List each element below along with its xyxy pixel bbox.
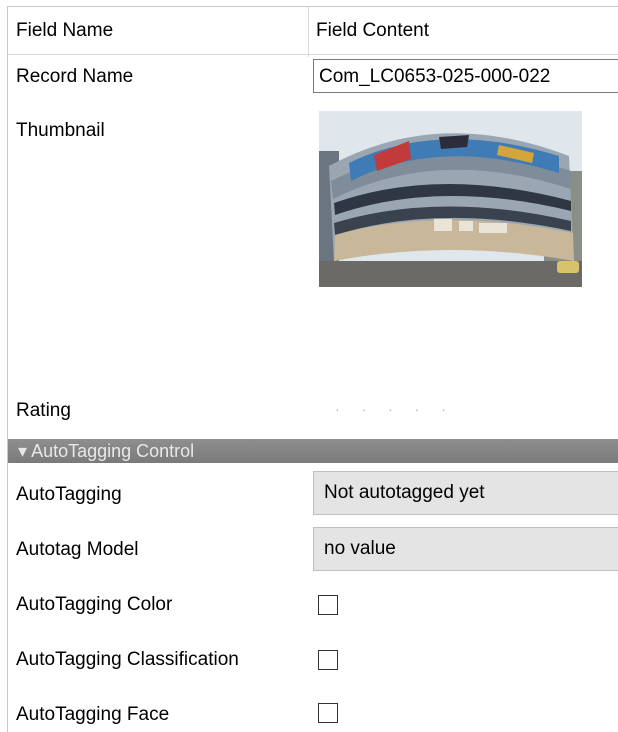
- thumbnail-label: Thumbnail: [16, 120, 105, 141]
- autotagging-classification-checkbox[interactable]: [318, 650, 338, 670]
- record-name-input[interactable]: Com_LC0653-025-000-022: [313, 59, 618, 93]
- section-title: ▾ AutoTagging Control: [18, 440, 194, 462]
- section-title-text: AutoTagging Control: [31, 441, 195, 461]
- header-separator: [8, 54, 618, 55]
- autotagging-face-checkbox[interactable]: [318, 703, 338, 723]
- autotagging-classification-label: AutoTagging Classification: [16, 649, 239, 670]
- collapse-arrow-icon: ▾: [18, 441, 28, 461]
- autotagging-control-section[interactable]: ▾ AutoTagging Control: [8, 439, 618, 463]
- header-row: Field Name Field Content: [8, 7, 618, 57]
- autotag-model-value: no value: [324, 538, 396, 559]
- autotagging-face-label: AutoTagging Face: [16, 704, 170, 725]
- autotagging-color-checkbox[interactable]: [318, 595, 338, 615]
- autotag-model-field[interactable]: no value: [313, 527, 618, 571]
- autotagging-value: Not autotagged yet: [324, 482, 485, 503]
- thumbnail-image[interactable]: [319, 111, 582, 287]
- autotagging-label: AutoTagging: [16, 484, 122, 505]
- record-name-label: Record Name: [16, 66, 134, 87]
- column-divider[interactable]: [308, 7, 309, 57]
- rating-stars[interactable]: · · · · ·: [335, 401, 455, 417]
- properties-panel: Field Name Field Content Record Name Com…: [7, 6, 618, 732]
- field-name-header: Field Name: [16, 20, 114, 41]
- autotagging-color-label: AutoTagging Color: [16, 594, 173, 615]
- field-content-header: Field Content: [316, 20, 430, 41]
- rating-label: Rating: [16, 400, 71, 421]
- autotag-model-label: Autotag Model: [16, 539, 139, 560]
- autotagging-status-field[interactable]: Not autotagged yet: [313, 471, 618, 515]
- record-name-value: Com_LC0653-025-000-022: [319, 66, 551, 87]
